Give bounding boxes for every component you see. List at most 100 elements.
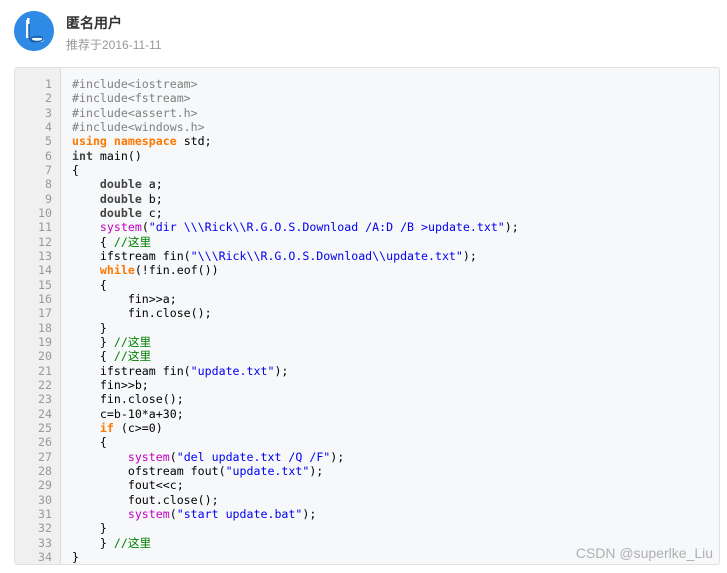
line-number: 21 (38, 363, 52, 378)
code-text: { (72, 278, 107, 292)
code-line: 4 #include<windows.h> (15, 120, 719, 134)
code-text: c=b-10*a+30; (72, 407, 184, 421)
code-token: //这里 (113, 535, 152, 550)
code-token: #include<fstream> (72, 91, 191, 106)
line-number: 16 (38, 291, 52, 306)
code-token: #include<windows.h> (72, 119, 205, 134)
line-number: 31 (38, 506, 52, 521)
line-number: 15 (38, 277, 52, 292)
code-line: 14 while(!fin.eof()) (15, 263, 719, 277)
code-token: using (72, 134, 107, 149)
line-number: 8 (45, 177, 52, 192)
code-text: int main() (72, 149, 142, 163)
code-line: 28 ofstream fout("update.txt"); (15, 464, 719, 478)
username[interactable]: 匿名用户 (66, 13, 122, 33)
line-number: 11 (38, 220, 52, 235)
code-text: system("start update.bat"); (72, 507, 316, 521)
line-number: 2 (45, 91, 52, 106)
code-line: 3 #include<assert.h> (15, 106, 719, 120)
line-number: 4 (45, 119, 52, 134)
post-date: 推荐于2016-11-11 (66, 38, 162, 52)
code-token: if (99, 420, 114, 435)
code-token: //这里 (113, 349, 152, 364)
code-line: 7{ (15, 163, 719, 177)
code-text: ofstream fout("update.txt"); (72, 464, 323, 478)
code-line: 2 #include<fstream> (15, 91, 719, 105)
line-number: 24 (38, 406, 52, 421)
code-token: ); (302, 506, 317, 521)
code-line: 1 #include<iostream> (15, 77, 719, 91)
user-avatar[interactable] (14, 11, 54, 51)
code-text: { (72, 435, 107, 449)
code-line: 9 double b; (15, 192, 719, 206)
code-text: system("del update.txt /Q /F"); (72, 450, 344, 464)
line-number: 7 (45, 162, 52, 177)
code-line: 24 c=b-10*a+30; (15, 407, 719, 421)
fishing-bobber-icon (14, 11, 54, 51)
line-number: 6 (45, 148, 52, 163)
code-text: { //这里 (72, 349, 151, 363)
code-token: std; (176, 134, 212, 149)
code-block: 1 #include<iostream> 2 #include<fstream> 3 #i… (14, 67, 720, 565)
line-number: 9 (45, 191, 52, 206)
code-token: c; (141, 205, 163, 220)
code-text: } //这里 (72, 335, 151, 349)
post-header: 匿名用户 推荐于2016-11-11 (0, 0, 727, 62)
code-line: 20 { //这里 (15, 349, 719, 363)
line-number: 34 (38, 549, 52, 564)
code-line: 13 ifstream fin("\\\Rick\\R.G.O.S.Downlo… (15, 249, 719, 263)
line-number: 33 (38, 535, 52, 550)
code-text: fin>>b; (72, 378, 149, 392)
line-number: 23 (38, 392, 52, 407)
code-token: (c>=0) (113, 420, 163, 435)
code-text: system("dir \\\Rick\\R.G.O.S.Download /A… (72, 220, 519, 234)
code-line: 8 double a; (15, 177, 719, 191)
code-line: 23 fin.close(); (15, 392, 719, 406)
code-token: double (99, 191, 142, 206)
code-token: b; (141, 191, 163, 206)
code-token: } (72, 549, 79, 564)
code-token: system (127, 506, 170, 521)
code-token: ); (462, 248, 477, 263)
code-token: } (72, 521, 107, 536)
code-token: int (72, 148, 93, 163)
line-number: 30 (38, 492, 52, 507)
code-token: #include<iostream> (72, 77, 198, 91)
code-token: ifstream fin( (72, 363, 191, 378)
code-token: ); (330, 449, 345, 464)
code-line: 16 fin>>a; (15, 292, 719, 306)
code-line: 22 fin>>b; (15, 378, 719, 392)
code-line: 27 system("del update.txt /Q /F"); (15, 450, 719, 464)
code-token: system (99, 220, 142, 235)
code-token: ( (169, 506, 177, 521)
code-token: double (99, 177, 142, 192)
code-token: ); (309, 463, 324, 478)
code-text: double b; (72, 192, 163, 206)
code-token: ifstream fin( (72, 248, 191, 263)
line-number: 29 (38, 478, 52, 493)
code-token: { (72, 234, 114, 249)
code-text: } (72, 321, 107, 335)
line-number: 27 (38, 449, 52, 464)
code-token: //这里 (113, 334, 152, 349)
watermark: CSDN @superlke_Liu (575, 545, 713, 561)
code-line: 29 fout<<c; (15, 478, 719, 492)
code-token: a; (141, 177, 163, 192)
code-text: #include<fstream> (72, 91, 191, 105)
line-number: 5 (45, 134, 52, 149)
code-text: ifstream fin("update.txt"); (72, 363, 289, 378)
code-token: "update.txt" (225, 463, 310, 478)
code-line: 31 system("start update.bat"); (15, 507, 719, 521)
code-line: 32 } (15, 521, 719, 535)
code-token: ); (504, 220, 519, 235)
code-text: using namespace std; (72, 134, 212, 148)
line-number: 19 (38, 334, 52, 349)
code-token: fin>>b; (72, 377, 149, 392)
code-line: 25 if (c>=0) (15, 421, 719, 435)
code-token: namespace (113, 134, 177, 149)
code-token: { (72, 277, 107, 292)
code-line: 26 { (15, 435, 719, 449)
